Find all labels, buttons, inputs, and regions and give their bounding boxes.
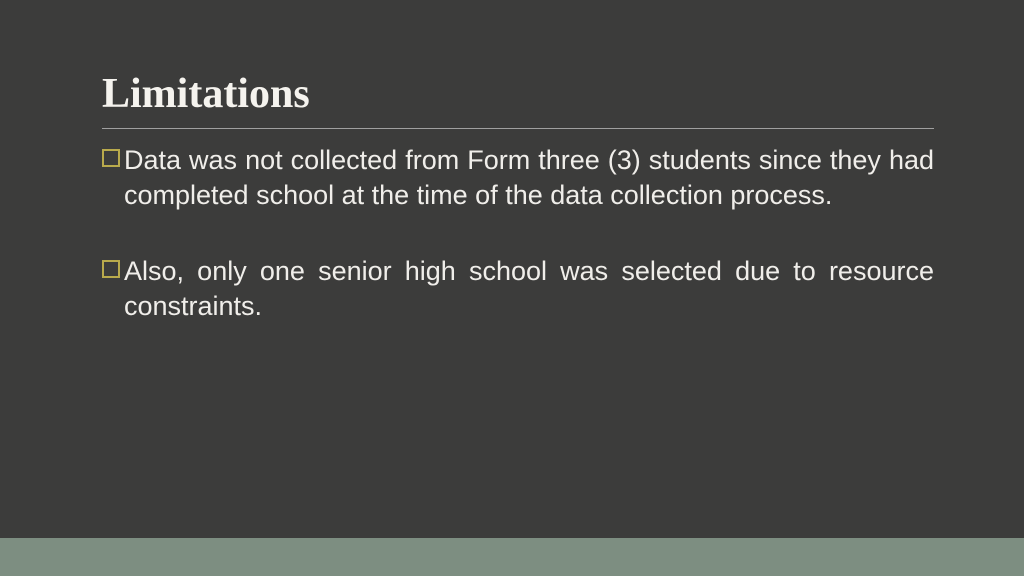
slide: Limitations Data was not collected from … <box>0 0 1024 576</box>
square-bullet-icon <box>102 149 120 167</box>
bottom-accent-bar <box>0 538 1024 576</box>
bullet-text: Data was not collected from Form three (… <box>124 143 934 212</box>
list-item: Data was not collected from Form three (… <box>102 143 934 212</box>
list-item: Also, only one senior high school was se… <box>102 254 934 323</box>
bullet-list: Data was not collected from Form three (… <box>102 143 934 323</box>
square-bullet-icon <box>102 260 120 278</box>
bullet-text: Also, only one senior high school was se… <box>124 254 934 323</box>
slide-title: Limitations <box>102 70 934 129</box>
